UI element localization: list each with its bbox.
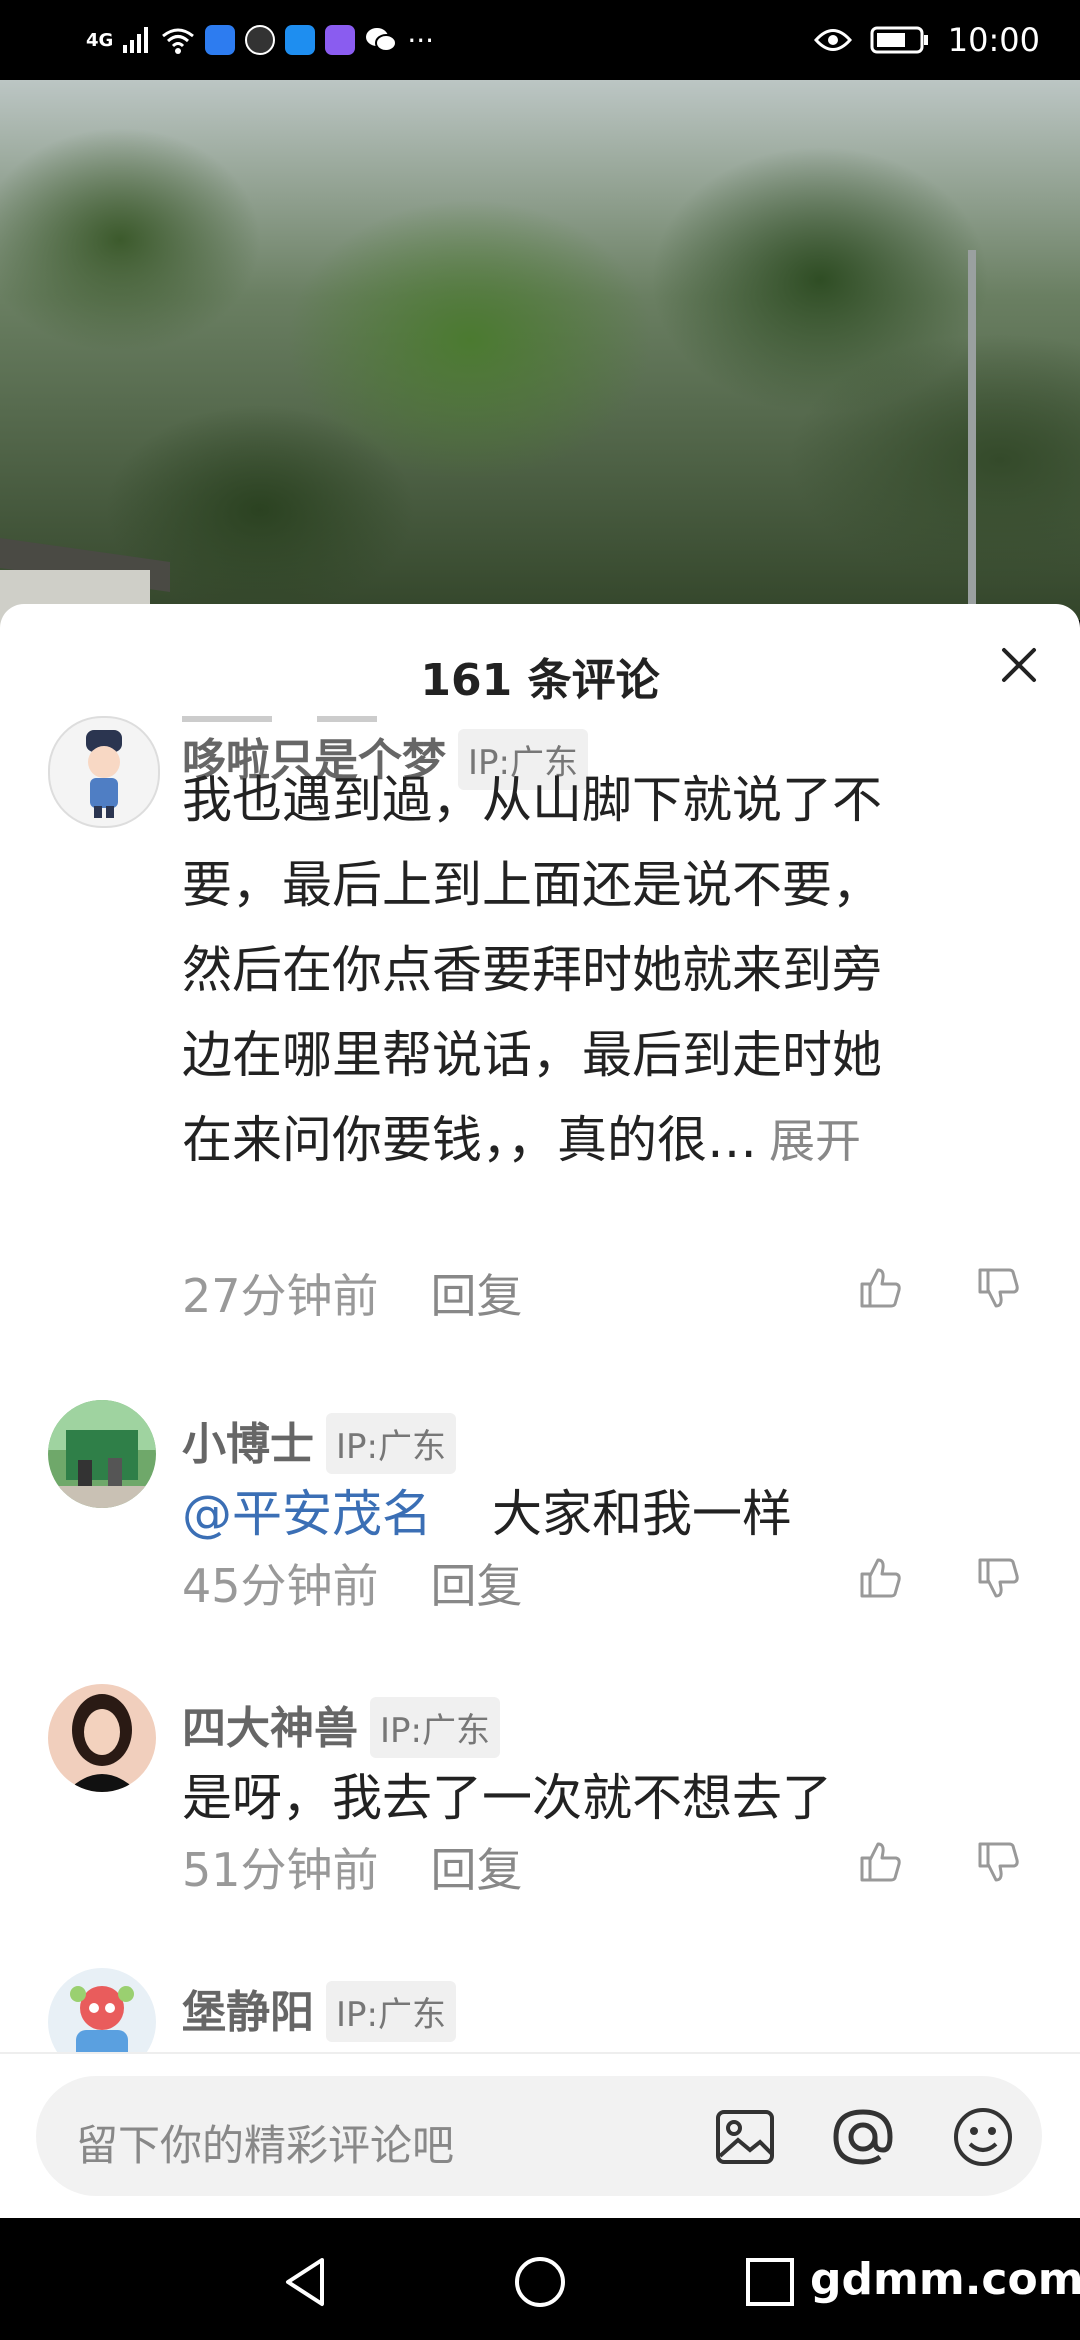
battery-icon bbox=[870, 26, 928, 54]
emoji-icon[interactable] bbox=[950, 2104, 1016, 2170]
comment-username[interactable]: 四大神兽 IP:广东 bbox=[182, 1692, 500, 1762]
comment-input[interactable]: 留下你的精彩评论吧 bbox=[36, 2076, 1042, 2196]
clipped-previous-comment bbox=[182, 704, 882, 724]
avatar[interactable] bbox=[48, 1684, 156, 1792]
video-background[interactable] bbox=[0, 80, 1080, 700]
more-notifications-icon: ··· bbox=[407, 23, 435, 57]
cloud-app-icon bbox=[285, 25, 316, 55]
username-text[interactable]: 小博士 bbox=[182, 1419, 314, 1470]
recent-apps-icon[interactable] bbox=[742, 2254, 798, 2310]
thumbs-down-icon[interactable] bbox=[974, 1554, 1022, 1602]
mention-link[interactable]: @平安茂名 bbox=[182, 1485, 432, 1543]
username-text[interactable]: 四大神兽 bbox=[182, 1703, 358, 1754]
eye-comfort-icon bbox=[813, 29, 852, 51]
username-text[interactable]: 堡静阳 bbox=[182, 1987, 314, 2038]
thumbs-up-icon[interactable] bbox=[856, 1264, 904, 1312]
back-icon[interactable] bbox=[278, 2254, 334, 2310]
comment-time: 45分钟前 bbox=[182, 1559, 379, 1613]
globe-app-icon bbox=[245, 25, 276, 55]
home-icon[interactable] bbox=[512, 2254, 568, 2310]
comment-meta: 27分钟前 回复 bbox=[182, 1260, 523, 1326]
ip-location-badge: IP:广东 bbox=[370, 1696, 500, 1758]
wechat-icon bbox=[366, 28, 398, 52]
system-navigation-bar: gdmm.com bbox=[0, 2218, 1080, 2340]
photo-avatar-icon bbox=[48, 1400, 156, 1508]
comment-username[interactable]: 小博士 IP:广东 bbox=[182, 1408, 456, 1478]
comment-text[interactable]: 是呀，我去了一次就不想去了 bbox=[182, 1756, 1032, 1841]
comment-input-placeholder: 留下你的精彩评论吧 bbox=[76, 2121, 455, 2170]
comment-meta: 51分钟前 回复 bbox=[182, 1834, 523, 1900]
avatar[interactable] bbox=[48, 716, 160, 828]
comment-line: 我也遇到過，从山脚下就说了不 bbox=[182, 771, 882, 829]
watermark: gdmm.com bbox=[810, 2254, 1080, 2305]
comments-sheet: 161 条评论 哆啦只是个梦 IP:广东 我也遇到過，从山脚下就说了不 要，最后上… bbox=[0, 604, 1080, 2218]
comment-body-text: 大家和我一样 bbox=[492, 1485, 792, 1543]
comment-line: 要，最后上到上面还是说不要， bbox=[182, 856, 882, 914]
status-left: 4G ··· bbox=[86, 18, 434, 62]
woman-photo-avatar-icon bbox=[66, 1694, 138, 1792]
comment-body-text: 是呀，我去了一次就不想去了 bbox=[182, 1769, 832, 1827]
avatar[interactable] bbox=[48, 1400, 156, 1508]
comment-line: 然后在你点香要拜时她就来到旁 bbox=[182, 941, 882, 999]
music-app-icon bbox=[325, 25, 356, 55]
thumbs-up-icon[interactable] bbox=[856, 1838, 904, 1886]
ip-location-badge: IP:广东 bbox=[326, 1412, 456, 1474]
network-indicator: 4G bbox=[86, 29, 114, 51]
comment-text[interactable]: 我也遇到過，从山脚下就说了不 要，最后上到上面还是说不要， 然后在你点香要拜时她… bbox=[182, 758, 1032, 1184]
close-icon[interactable] bbox=[996, 642, 1042, 688]
comment-username[interactable]: 堡静阳 IP:广东 bbox=[182, 1976, 456, 2046]
comment-time: 27分钟前 bbox=[182, 1269, 379, 1323]
thumbs-down-icon[interactable] bbox=[974, 1838, 1022, 1886]
expand-link[interactable]: 展开 bbox=[769, 1114, 861, 1168]
comment-text[interactable]: @平安茂名 大家和我一样 bbox=[182, 1472, 1032, 1557]
comments-count-title: 161 条评论 bbox=[420, 655, 660, 706]
ip-location-badge: IP:广东 bbox=[326, 1980, 456, 2042]
shield-app-icon bbox=[205, 25, 236, 55]
wifi-icon bbox=[162, 28, 195, 54]
status-time: 10:00 bbox=[947, 21, 1040, 59]
reply-button[interactable]: 回复 bbox=[431, 1269, 523, 1323]
comment-input-bar: 留下你的精彩评论吧 bbox=[0, 2054, 1080, 2218]
reply-button[interactable]: 回复 bbox=[431, 1843, 523, 1897]
thumbs-down-icon[interactable] bbox=[974, 1264, 1022, 1312]
comment-time: 51分钟前 bbox=[182, 1843, 379, 1897]
thumbs-up-icon[interactable] bbox=[856, 1554, 904, 1602]
comment-line: 边在哪里帮说话，最后到走时她 bbox=[182, 1026, 882, 1084]
status-right: 10:00 bbox=[813, 18, 1040, 62]
status-bar: 4G ··· 10:00 bbox=[0, 0, 1080, 80]
cartoon-girl-avatar-icon bbox=[86, 730, 122, 818]
comment-meta: 45分钟前 回复 bbox=[182, 1550, 523, 1616]
image-icon[interactable] bbox=[712, 2104, 778, 2170]
at-mention-icon[interactable] bbox=[830, 2104, 896, 2170]
reply-button[interactable]: 回复 bbox=[431, 1559, 523, 1613]
signal-icon bbox=[123, 27, 149, 53]
comment-line: 在来问你要钱，，真的很… bbox=[182, 1111, 757, 1169]
